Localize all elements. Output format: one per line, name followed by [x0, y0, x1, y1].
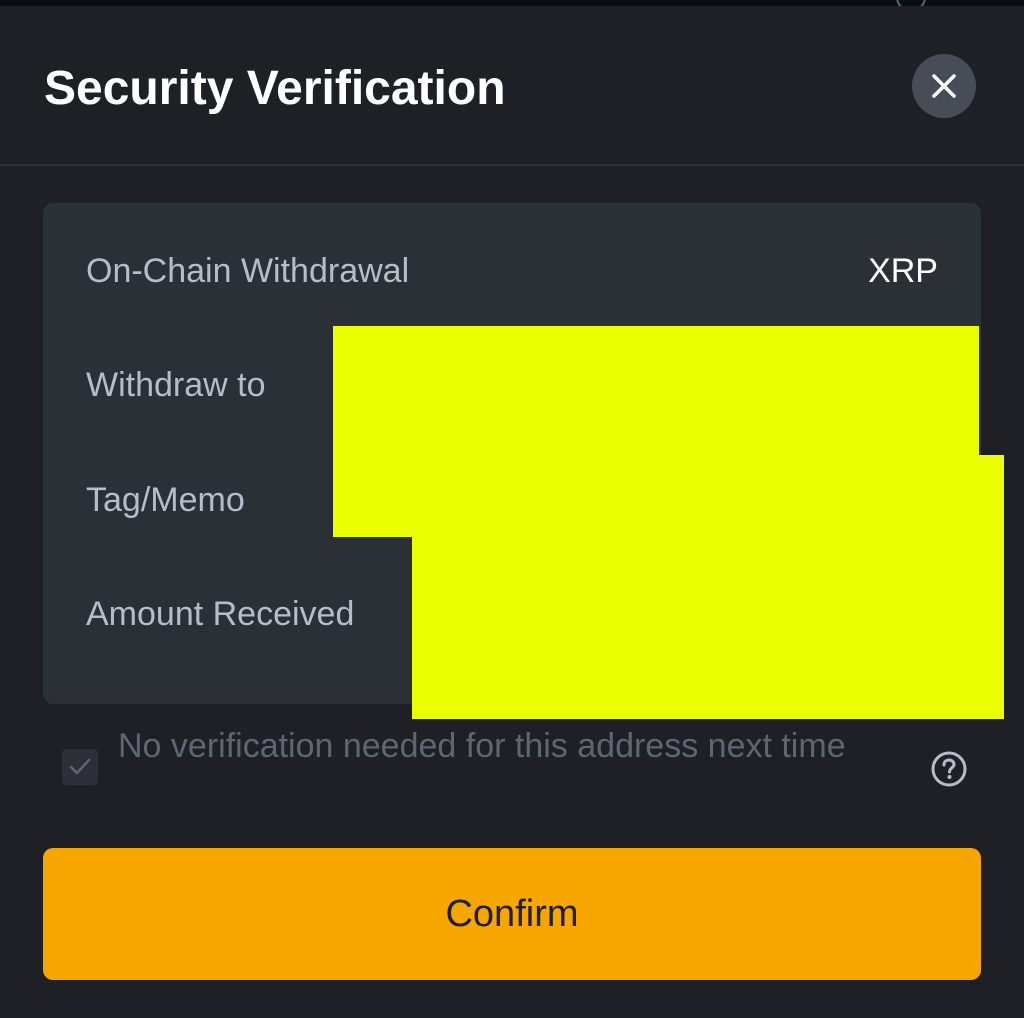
- close-button[interactable]: [912, 54, 976, 118]
- skip-verification-checkbox[interactable]: [62, 749, 98, 785]
- dialog-header: Security Verification: [0, 6, 1024, 166]
- help-icon[interactable]: [930, 750, 968, 788]
- security-verification-screen: Security Verification On-Chain Withdrawa…: [0, 0, 1024, 1018]
- detail-label: Tag/Memo: [86, 480, 245, 519]
- confirm-button[interactable]: Confirm: [43, 848, 981, 980]
- detail-label: On-Chain Withdrawal: [86, 251, 410, 290]
- detail-value: XRP: [868, 251, 938, 290]
- detail-row-network: On-Chain Withdrawal XRP: [86, 246, 938, 296]
- detail-label: Withdraw to: [86, 365, 266, 404]
- close-icon: [932, 74, 956, 98]
- dialog-title: Security Verification: [44, 62, 506, 115]
- skip-verification-label: No verification needed for this address …: [118, 727, 846, 765]
- check-icon: [69, 758, 91, 775]
- redaction-block: [412, 455, 1004, 719]
- detail-label: Amount Received: [86, 594, 355, 633]
